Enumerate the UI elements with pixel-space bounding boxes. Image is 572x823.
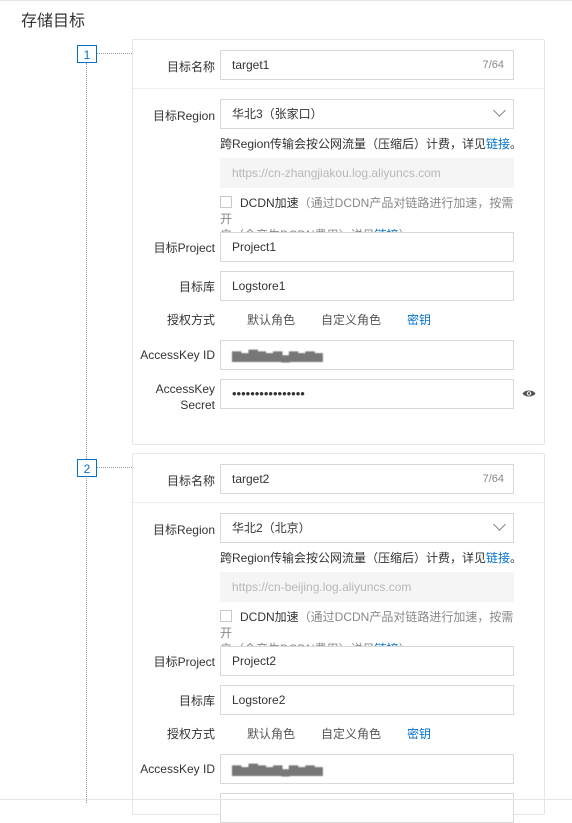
- target-project-input[interactable]: Project2: [220, 646, 514, 676]
- target-card-2: 目标名称 target2 7/64 目标Region 华北2（北京） 跨Regi…: [132, 453, 545, 823]
- access-key-id-input[interactable]: ▆▅▇▆▅▆▄▆▅▆▅: [220, 340, 514, 370]
- bottom-divider: [0, 799, 572, 800]
- target-logstore-label: 目标库: [178, 280, 215, 294]
- access-key-secret-input[interactable]: [220, 793, 514, 823]
- target-region-value: 华北2（北京）: [232, 521, 311, 535]
- target-logstore-label: 目标库: [178, 694, 215, 708]
- section-title: 存储目标: [21, 13, 86, 30]
- auth-option-custom-role[interactable]: 自定义角色: [321, 311, 381, 328]
- endpoint-input: https://cn-beijing.log.aliyuncs.com: [220, 572, 514, 602]
- target-logstore-input[interactable]: Logstore2: [220, 685, 514, 715]
- access-key-id-label: AccessKey ID: [140, 762, 215, 776]
- target-region-select[interactable]: 华北2（北京）: [220, 513, 514, 543]
- region-billing-note: 跨Region传输会按公网流量（压缩后）计费，详见链接。: [220, 549, 522, 566]
- auth-option-default-role[interactable]: 默认角色: [247, 311, 295, 328]
- target-card-1: 目标名称 target1 7/64 目标Region 华北3（张家口） 跨Reg…: [132, 39, 545, 445]
- region-note-end: 。: [510, 551, 523, 565]
- auth-option-custom-role[interactable]: 自定义角色: [321, 725, 381, 742]
- auth-method-label: 授权方式: [166, 727, 215, 741]
- eye-icon[interactable]: [522, 389, 536, 398]
- access-key-id-value: ▆▅▇▆▅▆▄▆▅▆▅: [232, 762, 323, 776]
- steps-connector: [86, 63, 87, 803]
- target-region-value: 华北3（张家口）: [232, 107, 323, 121]
- secret-label-line1: AccessKey: [155, 382, 215, 396]
- dcdn-label: DCDN加速: [240, 610, 299, 624]
- endpoint-input: https://cn-zhangjiakou.log.aliyuncs.com: [220, 158, 514, 188]
- char-count: 7/64: [482, 473, 504, 485]
- access-key-secret-label: AccessKey Secret: [133, 381, 215, 413]
- secret-label-line2: Secret: [180, 398, 215, 412]
- char-count: 7/64: [482, 59, 504, 71]
- step-number-1: 1: [77, 45, 97, 63]
- region-note-link[interactable]: 链接: [486, 551, 510, 565]
- step-connector-2: [97, 467, 132, 468]
- access-key-id-value: ▆▅▇▆▅▆▄▆▅▆▅: [232, 348, 323, 362]
- target-name-value: target2: [232, 472, 270, 486]
- region-billing-note: 跨Region传输会按公网流量（压缩后）计费，详见链接。: [220, 135, 522, 152]
- access-key-secret-input[interactable]: ••••••••••••••••: [220, 379, 514, 409]
- auth-option-access-key[interactable]: 密钥: [407, 725, 431, 742]
- target-name-label: 目标名称: [166, 60, 215, 74]
- region-note-text: 跨Region传输会按公网流量（压缩后）计费，详见: [220, 137, 487, 151]
- card-divider: [133, 502, 544, 503]
- target-name-input[interactable]: target2 7/64: [220, 464, 514, 494]
- target-name-label: 目标名称: [166, 474, 215, 488]
- target-logstore-input[interactable]: Logstore1: [220, 271, 514, 301]
- region-note-end: 。: [510, 137, 523, 151]
- dcdn-label: DCDN加速: [240, 196, 299, 210]
- step-connector-1: [97, 53, 132, 54]
- target-project-input[interactable]: Project1: [220, 232, 514, 262]
- chevron-down-icon: [493, 104, 506, 117]
- access-key-id-label: AccessKey ID: [140, 348, 215, 362]
- chevron-down-icon: [493, 518, 506, 531]
- target-project-label: 目标Project: [153, 655, 215, 669]
- access-key-secret-value: ••••••••••••••••: [232, 386, 305, 401]
- dcdn-checkbox[interactable]: [220, 610, 232, 622]
- target-project-label: 目标Project: [153, 241, 215, 255]
- top-divider: [0, 0, 572, 4]
- auth-option-default-role[interactable]: 默认角色: [247, 725, 295, 742]
- card-divider: [133, 88, 544, 89]
- auth-option-access-key[interactable]: 密钥: [407, 311, 431, 328]
- dcdn-checkbox[interactable]: [220, 196, 232, 208]
- target-name-input[interactable]: target1 7/64: [220, 50, 514, 80]
- region-note-link[interactable]: 链接: [486, 137, 510, 151]
- auth-method-label: 授权方式: [166, 313, 215, 327]
- target-name-value: target1: [232, 58, 270, 72]
- target-region-label: 目标Region: [152, 109, 215, 123]
- access-key-id-input[interactable]: ▆▅▇▆▅▆▄▆▅▆▅: [220, 754, 514, 784]
- target-region-label: 目标Region: [152, 523, 215, 537]
- step-number-2: 2: [77, 459, 97, 477]
- target-region-select[interactable]: 华北3（张家口）: [220, 99, 514, 129]
- region-note-text: 跨Region传输会按公网流量（压缩后）计费，详见: [220, 551, 487, 565]
